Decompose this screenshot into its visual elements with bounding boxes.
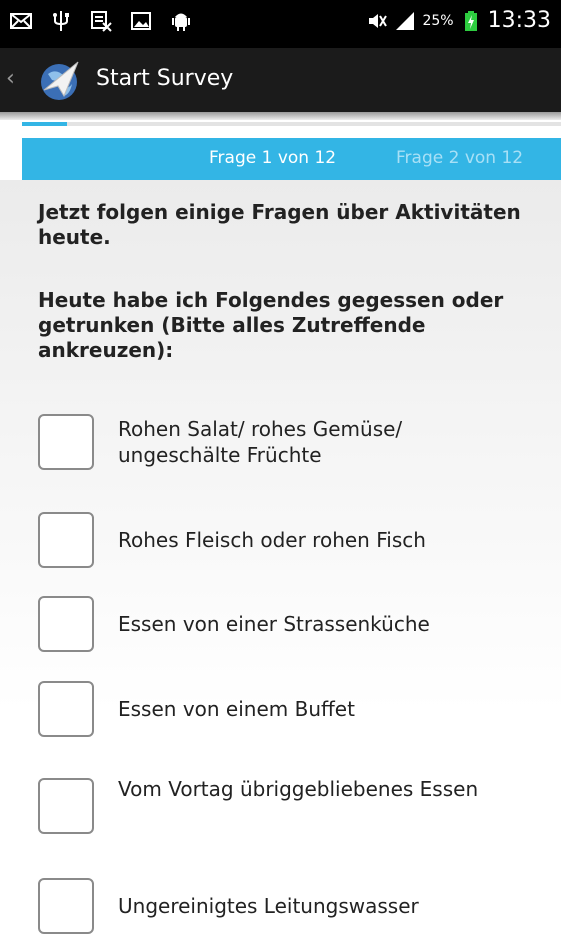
option-leftovers[interactable]: Vom Vortag übriggebliebenes Essen <box>38 777 548 838</box>
status-left-icons <box>10 10 192 32</box>
option-label: Essen von einem Buffet <box>118 697 355 721</box>
option-label: Rohes Fleisch oder rohen Fisch <box>118 528 426 552</box>
option-tap-water[interactable]: Ungereinigtes Leitungswasser <box>38 878 548 938</box>
status-right-icons: 25% 13:33 <box>366 8 551 33</box>
android-icon <box>172 13 190 31</box>
option-raw-meat-fish[interactable]: Rohes Fleisch oder rohen Fisch <box>38 512 548 572</box>
checkbox[interactable] <box>38 681 94 737</box>
clock: 13:33 <box>487 8 551 33</box>
checkbox[interactable] <box>38 778 94 834</box>
image-icon <box>131 12 151 30</box>
checkbox[interactable] <box>38 596 94 652</box>
progress-bar <box>22 122 561 126</box>
action-bar-shadow <box>0 112 561 120</box>
option-label: Ungereinigtes Leitungswasser <box>118 894 419 918</box>
app-logo-icon[interactable] <box>34 56 84 106</box>
checkbox[interactable] <box>38 512 94 568</box>
progress-fill <box>22 122 67 126</box>
option-raw-salad[interactable]: Rohen Salat/ rohes Gemüse/ ungeschälte F… <box>38 414 548 474</box>
signal-icon <box>396 11 415 30</box>
status-bar: 25% 13:33 <box>0 0 561 48</box>
option-street-food[interactable]: Essen von einer Strassenküche <box>38 596 548 656</box>
option-label: Rohen Salat/ rohes Gemüse/ ungeschälte F… <box>118 417 403 467</box>
option-label: Vom Vortag übriggebliebenes Essen <box>118 777 479 801</box>
checkbox[interactable] <box>38 414 94 470</box>
mute-icon <box>369 13 388 28</box>
usb-icon <box>53 11 69 31</box>
survey-content: Jetzt folgen einige Fragen über Aktivitä… <box>0 180 561 939</box>
mail-icon <box>10 13 32 29</box>
question-text: Heute habe ich Folgendes gegessen oder g… <box>38 288 504 362</box>
battery-icon <box>464 10 477 31</box>
tab-next-question[interactable]: Frage 2 von 12 <box>396 148 523 168</box>
sim-icon <box>91 11 112 32</box>
checkbox[interactable] <box>38 878 94 934</box>
battery-percent: 25% <box>422 12 454 29</box>
tab-current-question[interactable]: Frage 1 von 12 <box>209 148 336 168</box>
action-bar: ‹ Start Survey <box>0 48 561 112</box>
back-chevron-icon[interactable]: ‹ <box>6 66 15 91</box>
option-label: Essen von einer Strassenküche <box>118 612 430 636</box>
option-buffet[interactable]: Essen von einem Buffet <box>38 681 548 741</box>
page-title: Start Survey <box>96 66 234 91</box>
intro-text: Jetzt folgen einige Fragen über Aktivitä… <box>38 200 521 249</box>
question-pager: Frage 1 von 12 Frage 2 von 12 <box>22 138 561 180</box>
